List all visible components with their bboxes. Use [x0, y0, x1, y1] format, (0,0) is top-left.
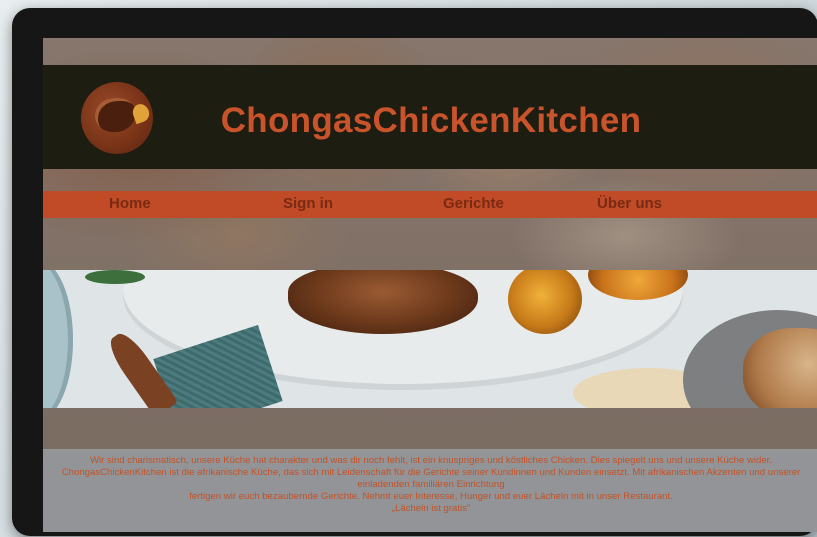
nav-item-ueber-uns[interactable]: Über uns [597, 195, 662, 212]
intro-line-2: fertigen wir euch bezaubernde Gerichte. … [189, 491, 673, 502]
side-plate-shape [43, 270, 73, 408]
hero-image [43, 270, 817, 408]
intro-slogan: „Lächeln ist gratis“ [391, 503, 471, 514]
herb-garnish-shape [85, 270, 145, 284]
intro-text: Wir sind charismatisch, unsere Küche hat… [43, 449, 817, 515]
nav-item-sign-in[interactable]: Sign in [283, 195, 333, 212]
intro-paragraph: Wir sind charismatisch, unsere Küche hat… [61, 455, 801, 490]
site-header: ChongasChickenKitchen [43, 65, 817, 169]
nav-item-gerichte[interactable]: Gerichte [443, 195, 504, 212]
site-title: ChongasChickenKitchen [220, 101, 642, 140]
tablet-frame: ChongasChickenKitchen Home Sign in Geric… [12, 8, 817, 536]
main-nav: Home Sign in Gerichte Über uns [43, 191, 817, 218]
website-screen: ChongasChickenKitchen Home Sign in Geric… [43, 38, 817, 532]
nav-item-home[interactable]: Home [109, 195, 151, 212]
intro-section: Wir sind charismatisch, unsere Küche hat… [43, 449, 817, 532]
